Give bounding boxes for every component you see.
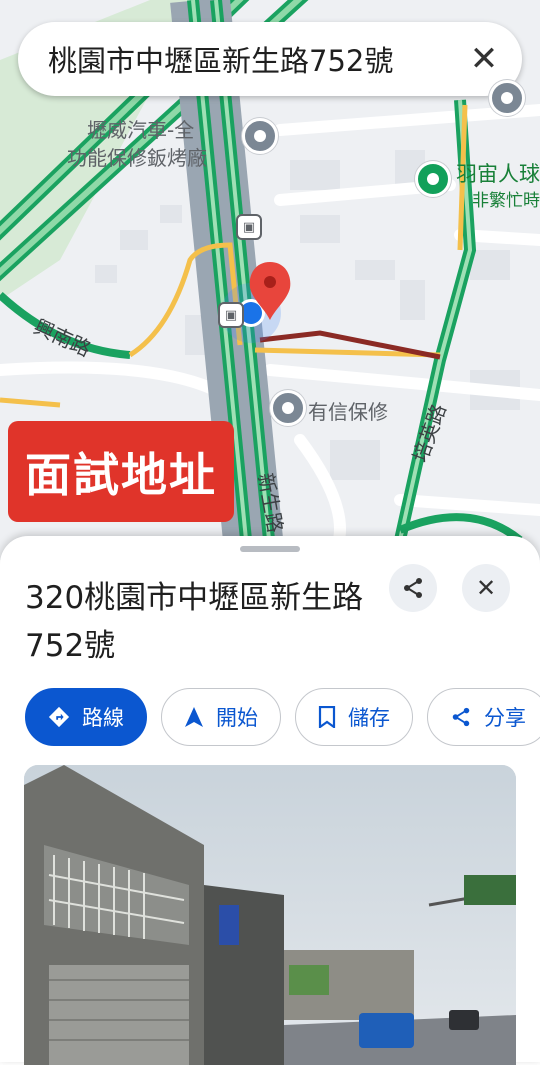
save-button[interactable]: 儲存 [295, 688, 413, 746]
street-view-photo[interactable] [24, 765, 516, 1065]
directions-label: 路線 [82, 706, 124, 730]
interview-address-badge: 面試地址 [8, 421, 234, 522]
bookmark-icon [318, 706, 336, 728]
map-view[interactable]: 桃園市中壢區新生路752號 ✕ 壢威汽車-全 功能保修鈑烤廠 羽宙人球 非繁忙時… [0, 0, 540, 560]
poi-marker[interactable] [270, 390, 306, 426]
share-button[interactable] [389, 564, 437, 612]
close-icon: ✕ [475, 574, 497, 602]
poi-label[interactable]: 功能保修鈑烤廠 [67, 142, 207, 171]
poi-marker[interactable] [489, 80, 525, 116]
poi-label[interactable]: 壢威汽車-全 [87, 114, 194, 143]
poi-label[interactable]: 有信保修 [308, 396, 388, 425]
sheet-drag-handle[interactable] [240, 546, 300, 552]
start-label: 開始 [216, 706, 258, 730]
bus-stop-icon[interactable]: ▣ [218, 302, 244, 328]
start-button[interactable]: 開始 [161, 688, 281, 746]
share-action-button[interactable]: 分享 [427, 688, 540, 746]
directions-button[interactable]: 路線 [25, 688, 147, 746]
save-label: 儲存 [348, 706, 390, 730]
search-query[interactable]: 桃園市中壢區新生路752號 [18, 38, 454, 80]
poi-label[interactable]: 羽宙人球 [456, 158, 540, 188]
directions-icon [48, 706, 70, 728]
share-icon [404, 578, 422, 598]
close-button[interactable]: ✕ [462, 564, 510, 612]
place-sheet[interactable]: 320桃園市中壢區新生路752號 ✕ 路線 開始 儲存 分享 [0, 536, 540, 1065]
poi-marker[interactable] [242, 118, 278, 154]
search-bar[interactable]: 桃園市中壢區新生路752號 ✕ [18, 22, 522, 96]
street-view-image [24, 765, 516, 1065]
action-bar: 路線 開始 儲存 分享 [25, 688, 540, 746]
share-label: 分享 [484, 706, 526, 730]
share-icon [450, 706, 472, 728]
poi-marker[interactable] [415, 161, 451, 197]
poi-status: 非繁忙時 [472, 191, 540, 211]
place-title: 320桃園市中壢區新生路752號 [25, 580, 364, 664]
bus-stop-icon[interactable]: ▣ [236, 214, 262, 240]
navigation-arrow-icon [184, 706, 204, 728]
